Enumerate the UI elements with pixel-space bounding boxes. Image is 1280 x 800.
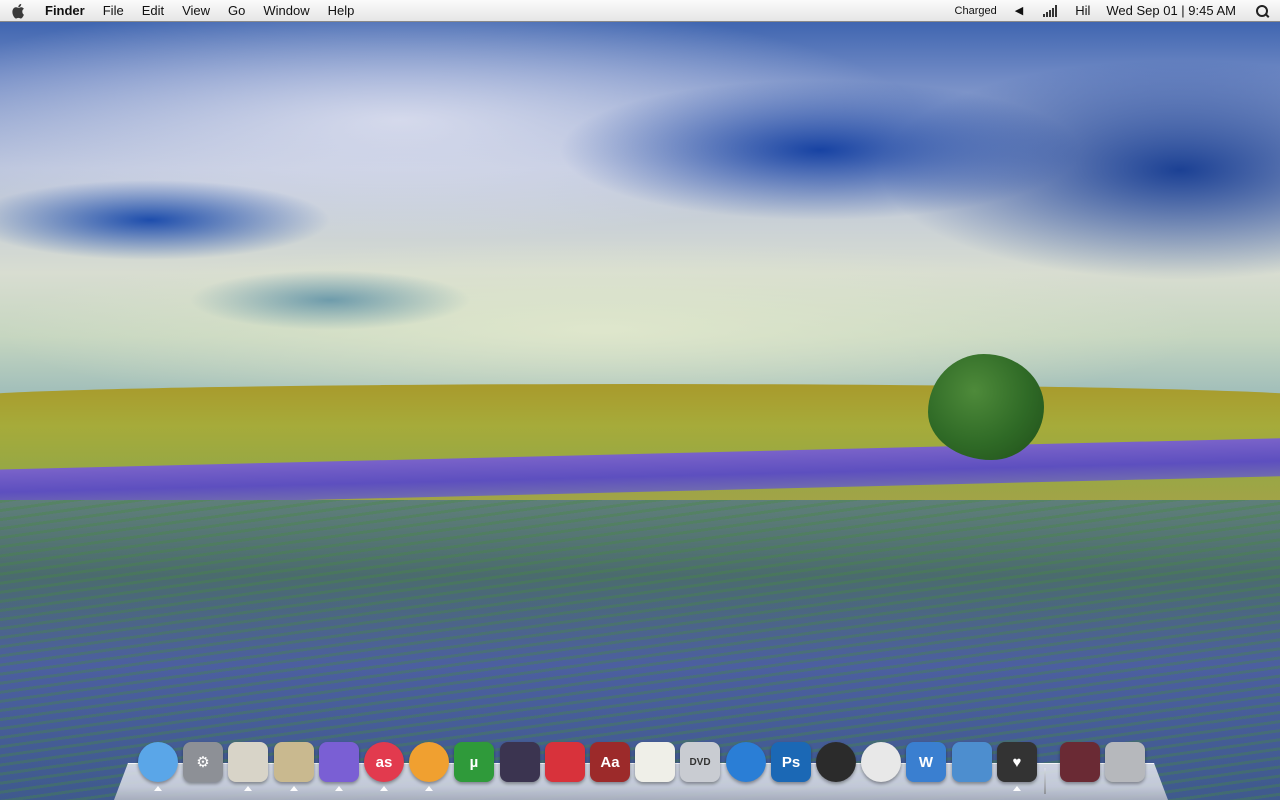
- menu-help[interactable]: Help: [319, 0, 364, 22]
- menu-bar: Finder File Edit View Go Window Help Cha…: [0, 0, 1280, 22]
- lastfm-icon[interactable]: as: [364, 742, 404, 782]
- music-robot-icon[interactable]: [319, 742, 359, 782]
- dock-running-indicator: [244, 786, 252, 791]
- adium-icon[interactable]: [138, 742, 178, 782]
- menu-bar-left: Finder File Edit View Go Window Help: [0, 0, 363, 22]
- menu-app-finder[interactable]: Finder: [36, 0, 94, 22]
- word-icon[interactable]: W: [906, 742, 946, 782]
- trash-icon[interactable]: [1105, 742, 1145, 782]
- wifi-signal-icon[interactable]: [1033, 4, 1067, 17]
- firefox-icon[interactable]: [409, 742, 449, 782]
- menu-bar-status-area: Charged ◀ Hil Wed Sep 01 | 9:45 AM: [947, 0, 1280, 22]
- black-box-icon[interactable]: ♥: [997, 742, 1037, 782]
- battery-status[interactable]: Charged: [947, 0, 1005, 22]
- dock-running-indicator: [154, 786, 162, 791]
- menu-view[interactable]: View: [173, 0, 219, 22]
- speaker-icon[interactable]: ◀: [1005, 4, 1033, 17]
- system-preferences-icon[interactable]: ⚙: [183, 742, 223, 782]
- dock-running-indicator: [335, 786, 343, 791]
- preview-icon[interactable]: [228, 742, 268, 782]
- user-menu[interactable]: Hil: [1067, 0, 1098, 22]
- dock-running-indicator: [380, 786, 388, 791]
- menu-edit[interactable]: Edit: [133, 0, 173, 22]
- apple-logo-icon[interactable]: [0, 0, 36, 22]
- gift-icon[interactable]: [545, 742, 585, 782]
- menu-go[interactable]: Go: [219, 0, 254, 22]
- vpn-shield-icon[interactable]: [726, 742, 766, 782]
- dock-separator: [1044, 768, 1046, 794]
- spotlight-search-icon[interactable]: [1256, 4, 1268, 17]
- dvd-player-icon[interactable]: DVD: [680, 742, 720, 782]
- textedit-icon[interactable]: [635, 742, 675, 782]
- camino-icon[interactable]: [816, 742, 856, 782]
- dock-running-indicator: [425, 786, 433, 791]
- dock-running-indicator: [290, 786, 298, 791]
- photo-booth-icon[interactable]: [500, 742, 540, 782]
- menu-window[interactable]: Window: [254, 0, 318, 22]
- stamps-icon[interactable]: [274, 742, 314, 782]
- dock-running-indicator: [1013, 786, 1021, 791]
- wallpaper-sky: [0, 0, 1280, 420]
- migration-icon[interactable]: [952, 742, 992, 782]
- clock[interactable]: Wed Sep 01 | 9:45 AM: [1098, 0, 1244, 22]
- menu-file[interactable]: File: [94, 0, 133, 22]
- wallpaper-tree: [928, 354, 1044, 460]
- desktop[interactable]: Finder File Edit View Go Window Help Cha…: [0, 0, 1280, 800]
- sheep-icon[interactable]: [861, 742, 901, 782]
- downloads-stack-icon[interactable]: [1060, 742, 1100, 782]
- apple-logo-glyph: [12, 3, 24, 19]
- photoshop-icon[interactable]: Ps: [771, 742, 811, 782]
- dictionary-icon[interactable]: Aa: [590, 742, 630, 782]
- utorrent-icon[interactable]: µ: [454, 742, 494, 782]
